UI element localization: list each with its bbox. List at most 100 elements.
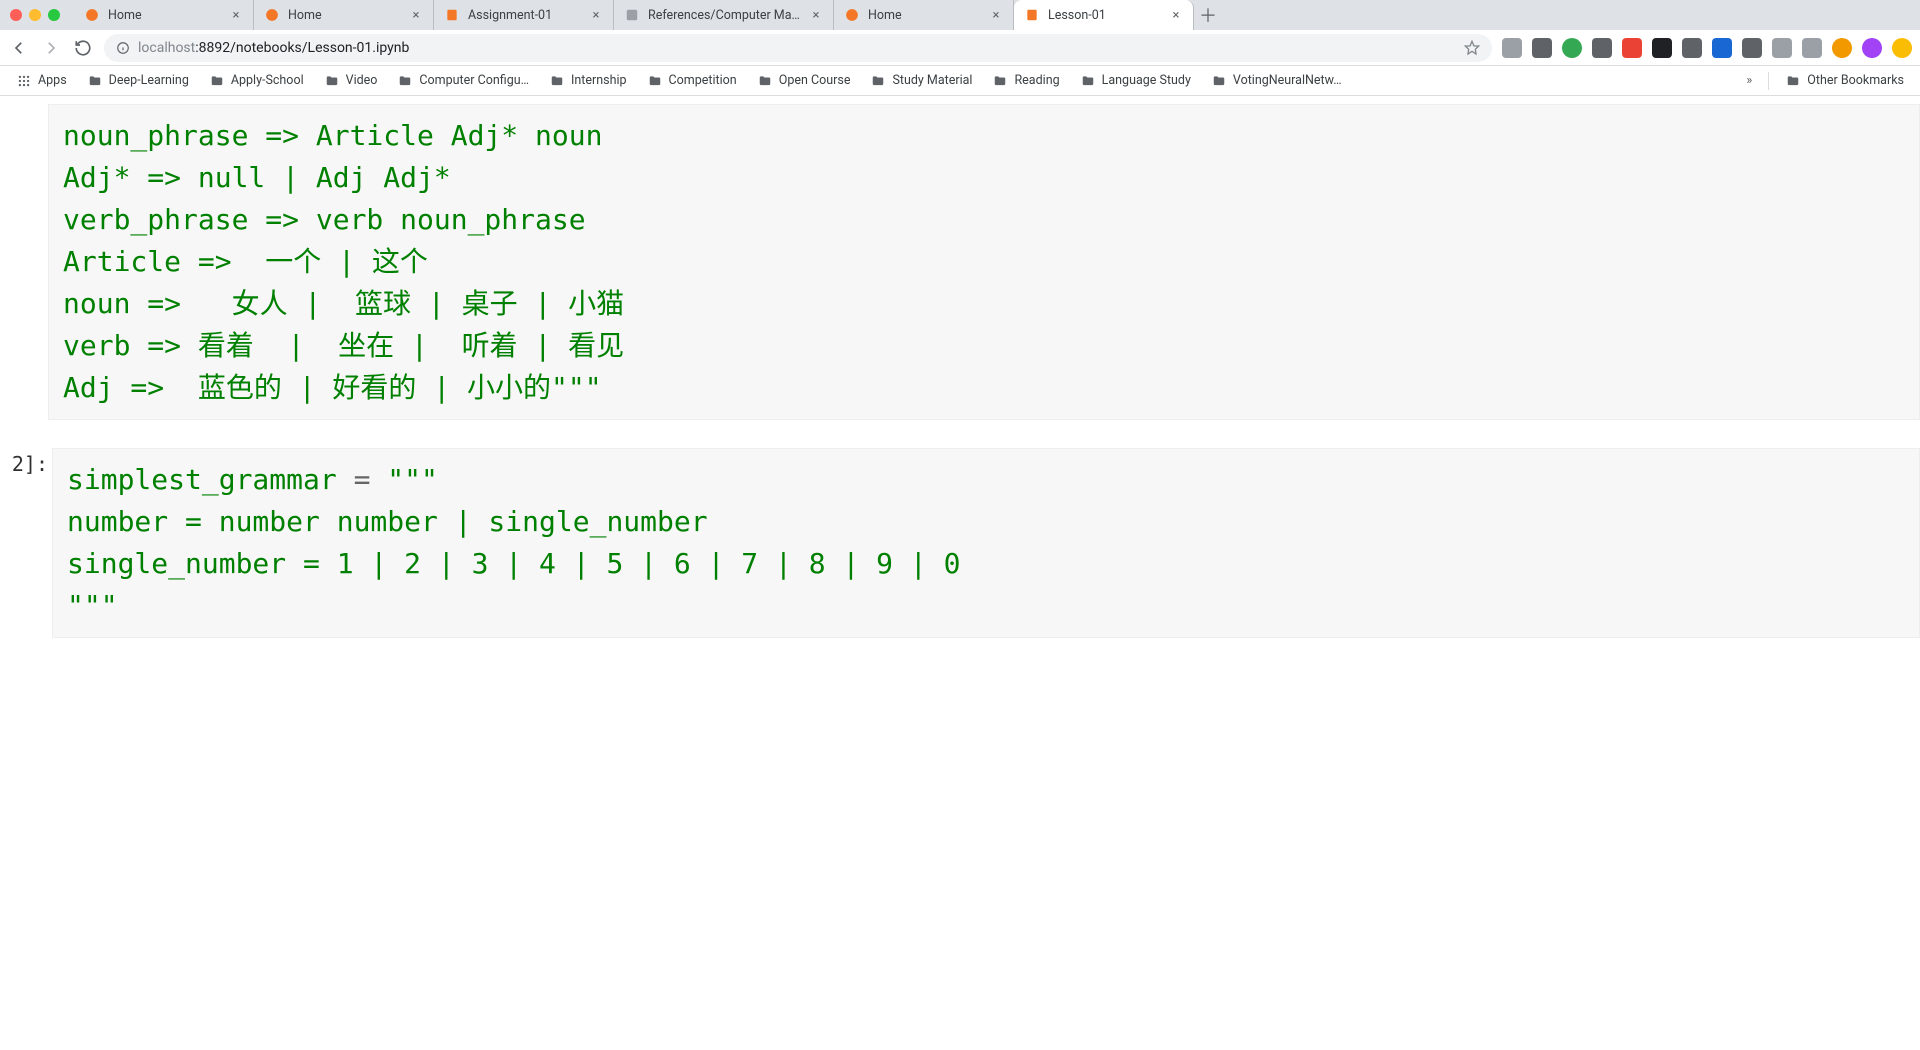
bookmark-label: Competition <box>669 73 737 88</box>
reload-button[interactable] <box>72 37 94 59</box>
site-info-icon[interactable] <box>116 41 130 55</box>
separator <box>1768 72 1769 90</box>
forward-button[interactable] <box>40 37 62 59</box>
code-token: = <box>337 463 388 496</box>
tab-title: Home <box>108 8 221 23</box>
tab-title: Home <box>288 8 401 23</box>
bookmarks-overflow-icon[interactable]: » <box>1738 73 1760 88</box>
url-path: :8892/notebooks/Lesson-01.ipynb <box>195 40 409 56</box>
window-minimize-button[interactable] <box>29 9 41 21</box>
url-host: localhost <box>138 40 195 56</box>
tab-title: References/Computer Machine <box>648 8 801 23</box>
bookmark-folder[interactable]: Open Course <box>749 70 859 92</box>
cell-prompt: 2]: <box>4 452 48 476</box>
other-bookmarks-folder[interactable]: Other Bookmarks <box>1777 70 1912 92</box>
folder-icon <box>1080 73 1096 89</box>
code-input[interactable]: simplest_grammar = """ number = number n… <box>52 448 1920 638</box>
bookmark-folder[interactable]: Reading <box>984 70 1067 92</box>
other-bookmarks-label: Other Bookmarks <box>1807 73 1904 88</box>
window-controls <box>10 9 60 21</box>
tab-home-1[interactable]: Home × <box>74 0 254 30</box>
tab-references[interactable]: References/Computer Machine × <box>614 0 834 30</box>
folder-icon <box>397 73 413 89</box>
bookmark-folder[interactable]: Study Material <box>862 70 980 92</box>
folder-icon <box>1211 73 1227 89</box>
bookmark-folder[interactable]: Internship <box>541 70 635 92</box>
bookmark-label: VotingNeuralNetw… <box>1233 73 1342 88</box>
folder-icon <box>647 73 663 89</box>
extension-icon[interactable] <box>1652 38 1672 58</box>
extension-icon[interactable] <box>1532 38 1552 58</box>
code-line: noun_phrase => Article Adj* noun <box>63 119 602 152</box>
tab-lesson-01[interactable]: Lesson-01 × <box>1014 0 1194 30</box>
bookmark-label: Language Study <box>1102 73 1191 88</box>
extension-icon[interactable] <box>1802 38 1822 58</box>
bookmark-folder[interactable]: Language Study <box>1072 70 1199 92</box>
extension-icon[interactable] <box>1892 38 1912 58</box>
folder-icon <box>1785 73 1801 89</box>
bookmark-folder[interactable]: Computer Configu… <box>389 70 537 92</box>
bookmark-label: Open Course <box>779 73 851 88</box>
tab-title: Assignment-01 <box>468 8 581 23</box>
profile-avatar-icon[interactable] <box>1862 38 1882 58</box>
bookmark-folder[interactable]: VotingNeuralNetw… <box>1203 70 1350 92</box>
apps-button[interactable]: Apps <box>8 70 75 92</box>
bookmark-label: Computer Configu… <box>419 73 529 88</box>
extension-icons <box>1502 38 1912 58</box>
bookmark-folder[interactable]: Deep-Learning <box>79 70 197 92</box>
window-close-button[interactable] <box>10 9 22 21</box>
extension-icon[interactable] <box>1742 38 1762 58</box>
code-cell-1[interactable]: noun_phrase => Article Adj* noun Adj* =>… <box>0 96 1920 440</box>
extension-icon[interactable] <box>1622 38 1642 58</box>
code-line: single_number = 1 | 2 | 3 | 4 | 5 | 6 | … <box>67 547 960 580</box>
extension-icon[interactable] <box>1712 38 1732 58</box>
close-icon[interactable]: × <box>809 8 823 22</box>
bookmark-label: Internship <box>571 73 627 88</box>
code-line: verb => 看着 | 坐在 | 听着 | 看见 <box>63 329 624 362</box>
folder-icon <box>209 73 225 89</box>
bookmark-label: Deep-Learning <box>109 73 189 88</box>
address-bar[interactable]: localhost:8892/notebooks/Lesson-01.ipynb <box>104 34 1492 62</box>
new-tab-button[interactable]: ＋ <box>1194 0 1222 30</box>
generic-icon <box>624 7 640 23</box>
tabs-container: Home × Home × Assignment-01 × References… <box>74 0 1920 30</box>
code-line: verb_phrase => verb noun_phrase <box>63 203 586 236</box>
apps-label: Apps <box>38 73 67 88</box>
folder-icon <box>87 73 103 89</box>
tab-home-3[interactable]: Home × <box>834 0 1014 30</box>
code-line: """ <box>67 589 118 622</box>
code-line: Adj => 蓝色的 | 好看的 | 小小的""" <box>63 371 602 404</box>
bookmark-folder[interactable]: Competition <box>639 70 745 92</box>
back-button[interactable] <box>8 37 30 59</box>
extension-icon[interactable] <box>1682 38 1702 58</box>
notebook-icon <box>444 7 460 23</box>
extension-icon[interactable] <box>1832 38 1852 58</box>
close-icon[interactable]: × <box>409 8 423 22</box>
bookmark-folder[interactable]: Apply-School <box>201 70 312 92</box>
close-icon[interactable]: × <box>229 8 243 22</box>
notebook-viewport[interactable]: noun_phrase => Article Adj* noun Adj* =>… <box>0 96 1920 1050</box>
bookmark-folder[interactable]: Video <box>316 70 386 92</box>
tab-title: Lesson-01 <box>1048 8 1161 23</box>
jupyter-icon <box>264 7 280 23</box>
tab-assignment[interactable]: Assignment-01 × <box>434 0 614 30</box>
tab-home-2[interactable]: Home × <box>254 0 434 30</box>
bookmark-star-icon[interactable] <box>1464 40 1480 56</box>
close-icon[interactable]: × <box>989 8 1003 22</box>
extension-icon[interactable] <box>1592 38 1612 58</box>
bookmark-label: Apply-School <box>231 73 304 88</box>
code-line: Adj* => null | Adj Adj* <box>63 161 451 194</box>
code-line: number = number number | single_number <box>67 505 708 538</box>
code-line: Article => 一个 | 这个 <box>63 245 428 278</box>
extension-icon[interactable] <box>1772 38 1792 58</box>
window-zoom-button[interactable] <box>48 9 60 21</box>
code-input[interactable]: noun_phrase => Article Adj* noun Adj* =>… <box>48 104 1920 420</box>
close-icon[interactable]: × <box>1169 8 1183 22</box>
folder-icon <box>757 73 773 89</box>
close-icon[interactable]: × <box>589 8 603 22</box>
extension-icon[interactable] <box>1562 38 1582 58</box>
notebook-icon <box>1024 7 1040 23</box>
extension-icon[interactable] <box>1502 38 1522 58</box>
code-cell-2[interactable]: 2]: simplest_grammar = """ number = numb… <box>0 440 1920 658</box>
bookmarks-bar: Apps Deep-Learning Apply-School Video Co… <box>0 66 1920 96</box>
